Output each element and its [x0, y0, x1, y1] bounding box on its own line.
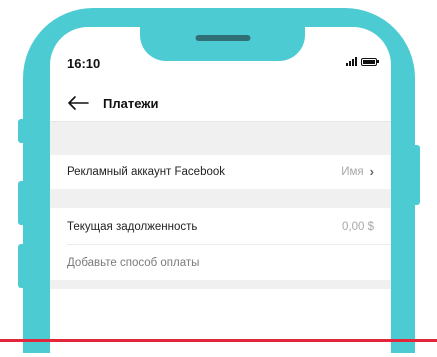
- battery-icon: [361, 57, 379, 66]
- ad-account-value: Имя: [341, 165, 364, 178]
- ad-account-row[interactable]: Рекламный аккаунт Facebook Имя ›: [50, 155, 391, 188]
- ad-account-label: Рекламный аккаунт Facebook: [67, 165, 226, 178]
- row-divider: [67, 244, 391, 245]
- debt-row: Текущая задолженность 0,00 $: [50, 210, 391, 243]
- phone-speaker: [195, 35, 250, 41]
- status-icons: [346, 57, 379, 66]
- phone-screen: 16:10 Платежи Рекламный аккаунт Facebook…: [50, 27, 391, 357]
- section-spacer: [50, 280, 391, 289]
- section-spacer: [50, 189, 391, 208]
- debt-value: 0,00 $: [342, 220, 374, 233]
- add-payment-row[interactable]: Добавьте способ оплаты: [50, 246, 391, 279]
- arrow-left-icon[interactable]: [67, 96, 89, 110]
- phone-notch: [140, 27, 305, 61]
- ad-account-value-group: Имя ›: [341, 164, 374, 179]
- add-payment-label[interactable]: Добавьте способ оплаты: [67, 257, 199, 269]
- status-time: 16:10: [67, 56, 101, 71]
- chevron-right-icon: ›: [369, 164, 374, 179]
- section-spacer: [50, 122, 391, 155]
- nav-header: Платежи: [50, 85, 391, 122]
- debt-label: Текущая задолженность: [67, 220, 198, 233]
- signal-icon: [346, 57, 357, 66]
- page-title: Платежи: [103, 95, 159, 111]
